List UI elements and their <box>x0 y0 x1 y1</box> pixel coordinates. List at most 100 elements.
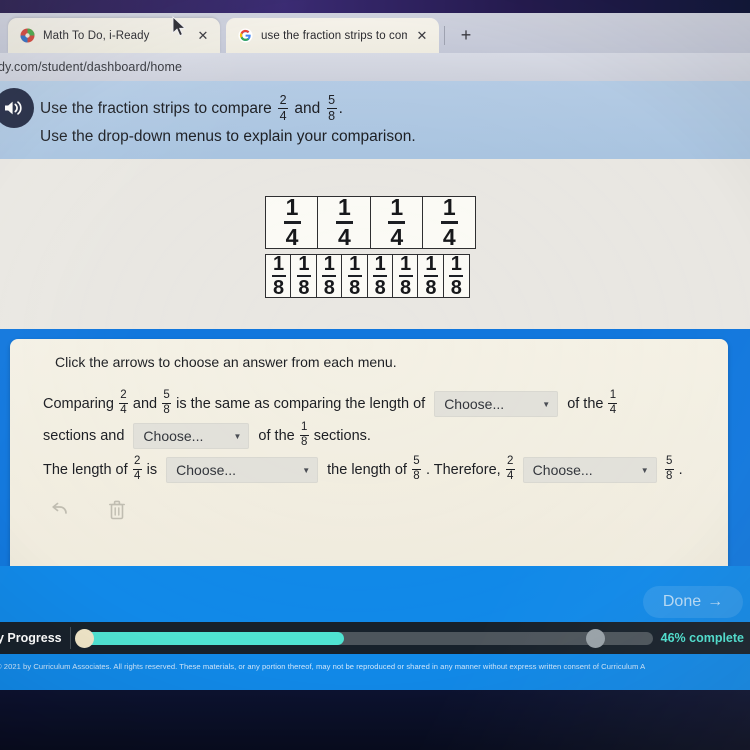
progress-end-knob <box>586 628 606 648</box>
fraction-two-fourths: 2 4 <box>118 389 128 416</box>
text-therefore: . Therefore, <box>425 462 501 479</box>
browser-tab-1[interactable]: Math To Do, i-Ready ✕ <box>8 18 220 53</box>
progress-label: y Progress <box>0 631 62 645</box>
fraction-denominator: 8 <box>323 277 335 300</box>
chevron-down-icon: ▼ <box>233 431 242 441</box>
dropdown-3[interactable]: Choose... ▼ <box>166 457 319 484</box>
fraction-numerator: 1 <box>374 252 386 275</box>
fraction-one-eighth: 1 8 <box>322 252 337 300</box>
fraction-denominator: 4 <box>609 403 617 416</box>
close-icon[interactable]: ✕ <box>196 29 210 42</box>
fraction-denominator: 4 <box>506 469 514 482</box>
fraction-one-eighth: 1 8 <box>398 252 413 300</box>
progress-fill <box>80 631 344 645</box>
address-bar-url: dy.com/student/dashboard/home <box>0 60 183 74</box>
fraction-numerator: 1 <box>323 252 335 275</box>
fraction-one-fourth: 1 4 <box>608 389 618 416</box>
delete-icon[interactable] <box>108 499 126 526</box>
fraction-numerator: 1 <box>349 252 361 275</box>
progress-percent-label: 46% complete <box>660 631 744 645</box>
fraction-one-eighth: 1 8 <box>347 252 362 298</box>
desktop-background-top <box>0 0 750 14</box>
fraction-strips: 1 4 1 4 1 4 1 4 1 8 1 8 1 8 1 8 1 8 1 8 … <box>265 194 477 298</box>
mouse-cursor-icon <box>172 15 187 43</box>
fraction-numerator: 1 <box>285 194 299 221</box>
iready-logo-icon <box>20 28 35 43</box>
fraction-one-fourth: 1 4 <box>440 194 458 249</box>
copyright-text: © 2021 by Curriculum Associates. All rig… <box>0 662 646 671</box>
arrow-right-icon: → <box>707 593 724 610</box>
dropdown-4[interactable]: Choose... ▼ <box>522 457 657 484</box>
progress-divider <box>69 627 71 649</box>
fraction-cell: 1 8 <box>315 252 343 300</box>
page-footer: y Progress 46% complete © 2021 by Curric… <box>0 566 750 750</box>
progress-bar-container: y Progress 46% complete <box>0 622 750 654</box>
chevron-down-icon: ▼ <box>302 465 311 475</box>
fraction-one-eighth: 1 8 <box>299 421 309 448</box>
fraction-numerator: 1 <box>442 194 456 221</box>
google-g-icon <box>238 28 253 43</box>
fraction-cell: 1 8 <box>442 252 470 300</box>
fraction-two-fourths: 2 4 <box>505 455 515 482</box>
fraction-numerator: 5 <box>328 93 336 107</box>
screenshot-root: Math To Do, i-Ready ✕ use the fraction s… <box>0 0 750 750</box>
close-icon[interactable]: ✕ <box>415 29 429 42</box>
fraction-five-eighths: 5 8 <box>162 389 172 416</box>
done-button-label: Done <box>662 593 702 610</box>
fraction-five-eighths: 5 8 <box>664 455 674 482</box>
text-is: is <box>146 462 158 479</box>
chevron-down-icon: ▼ <box>640 465 649 475</box>
text-sections: sections. <box>313 428 371 445</box>
fraction-denominator: 8 <box>425 277 437 300</box>
fraction-denominator: 8 <box>163 403 170 416</box>
fraction-denominator: 4 <box>120 403 127 416</box>
fraction-cell: 1 4 <box>422 194 477 249</box>
dropdown-1-value: Choose... <box>444 396 505 413</box>
fraction-strip-quarters: 1 4 1 4 1 4 1 4 <box>265 194 477 250</box>
fraction-numerator: 1 <box>390 194 404 221</box>
done-button[interactable]: Done → <box>643 586 743 618</box>
fraction-one-fourth: 1 4 <box>335 194 353 249</box>
progress-start-knob <box>74 628 94 648</box>
fraction-two-fourths: 2 4 <box>278 94 289 122</box>
fraction-numerator: 1 <box>298 252 310 275</box>
fraction-cell: 1 4 <box>317 194 372 249</box>
fraction-denominator: 8 <box>665 469 673 482</box>
browser-tab-2-title: use the fraction strips to compar <box>261 29 407 42</box>
browser-tab-2[interactable]: use the fraction strips to compar ✕ <box>226 18 439 53</box>
text-of-the: of the <box>258 428 295 445</box>
fraction-one-fourth: 1 4 <box>388 194 406 250</box>
fraction-denominator: 8 <box>301 435 308 448</box>
fraction-numerator: 1 <box>399 252 412 275</box>
fraction-five-eighths: 5 8 <box>411 455 421 482</box>
fraction-cell: 1 8 <box>417 254 445 300</box>
answer-tools <box>50 499 126 526</box>
dropdown-4-value: Choose... <box>532 462 593 479</box>
fraction-denominator: 8 <box>399 277 412 300</box>
text-the-length-of: The length of <box>43 462 128 479</box>
fraction-one-eighth: 1 8 <box>373 252 388 298</box>
text-sections-and: sections and <box>43 428 125 445</box>
desktop-background-bottom <box>0 690 750 750</box>
answer-sentence-line-2: sections and Choose... ▼ of the 1 8 sect… <box>40 421 374 450</box>
fraction-numerator: 1 <box>609 389 617 401</box>
chevron-down-icon: ▼ <box>542 399 551 409</box>
fraction-strip-eighths: 1 8 1 8 1 8 1 8 1 8 1 8 1 8 1 8 <box>265 254 475 298</box>
new-tab-button[interactable]: + <box>455 26 477 46</box>
fraction-denominator: 4 <box>390 223 404 250</box>
dropdown-2[interactable]: Choose... ▼ <box>133 423 250 450</box>
fraction-numerator: 5 <box>413 455 420 467</box>
progress-track[interactable] <box>74 628 653 648</box>
fraction-numerator: 1 <box>338 194 351 221</box>
dropdown-1[interactable]: Choose... ▼ <box>434 391 559 418</box>
fraction-denominator: 8 <box>450 277 462 300</box>
fraction-numerator: 1 <box>450 252 462 275</box>
answer-sentence-line-3: The length of 2 4 is Choose... ▼ the len… <box>40 455 686 484</box>
answer-instruction: Click the arrows to choose an answer fro… <box>55 354 397 370</box>
browser-address-bar[interactable]: dy.com/student/dashboard/home <box>0 53 750 81</box>
undo-icon[interactable] <box>50 499 72 526</box>
text-same-as-comparing: is the same as comparing the length of <box>176 396 426 413</box>
fraction-cell: 1 8 <box>265 254 292 298</box>
tab-divider <box>444 26 445 45</box>
question-line-1-and: and <box>294 100 321 118</box>
